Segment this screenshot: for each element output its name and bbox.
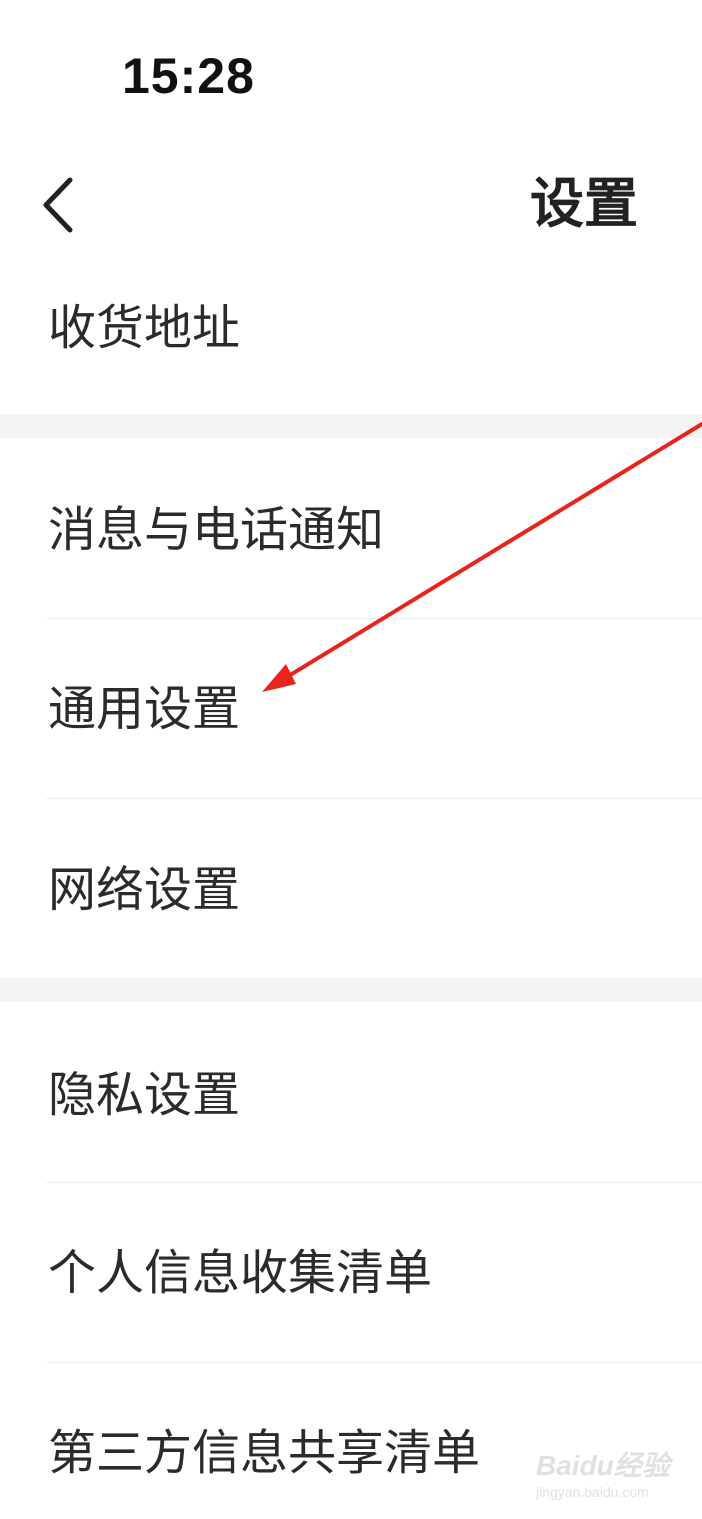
menu-item-message-phone-notify[interactable]: 消息与电话通知 bbox=[0, 440, 702, 618]
nav-bar: 设置 bbox=[0, 150, 702, 260]
chevron-left-icon bbox=[43, 177, 73, 233]
section-divider bbox=[0, 414, 702, 438]
menu-item-label: 第三方信息共享清单 bbox=[48, 1425, 481, 1481]
page-title: 设置 bbox=[530, 172, 638, 235]
menu-item-general-settings[interactable]: 通用设置 bbox=[0, 619, 702, 798]
menu-item-network-settings[interactable]: 网络设置 bbox=[0, 799, 702, 977]
menu-item-label: 个人信息收集清单 bbox=[48, 1245, 433, 1301]
status-time: 15:28 bbox=[122, 48, 255, 104]
menu-item-privacy-settings[interactable]: 隐私设置 bbox=[0, 1003, 702, 1182]
section-divider bbox=[0, 978, 702, 1002]
menu-item-label: 通用设置 bbox=[48, 681, 241, 737]
watermark-logo: Baidu经验 bbox=[536, 1450, 670, 1481]
menu-item-personal-info-list[interactable]: 个人信息收集清单 bbox=[0, 1183, 702, 1362]
back-button[interactable] bbox=[30, 170, 90, 240]
menu-item-label: 消息与电话通知 bbox=[48, 502, 385, 558]
menu-item-label: 隐私设置 bbox=[48, 1067, 241, 1123]
watermark-url: jingyan.baidu.com bbox=[536, 1484, 649, 1500]
menu-item-shipping-address[interactable]: 收货地址 bbox=[0, 270, 702, 410]
menu-item-label: 收货地址 bbox=[48, 300, 241, 356]
baidu-watermark: Baidu经验 jingyan.baidu.com bbox=[536, 1440, 686, 1506]
menu-item-label: 网络设置 bbox=[48, 862, 241, 918]
status-bar: 15:28 bbox=[0, 0, 702, 140]
